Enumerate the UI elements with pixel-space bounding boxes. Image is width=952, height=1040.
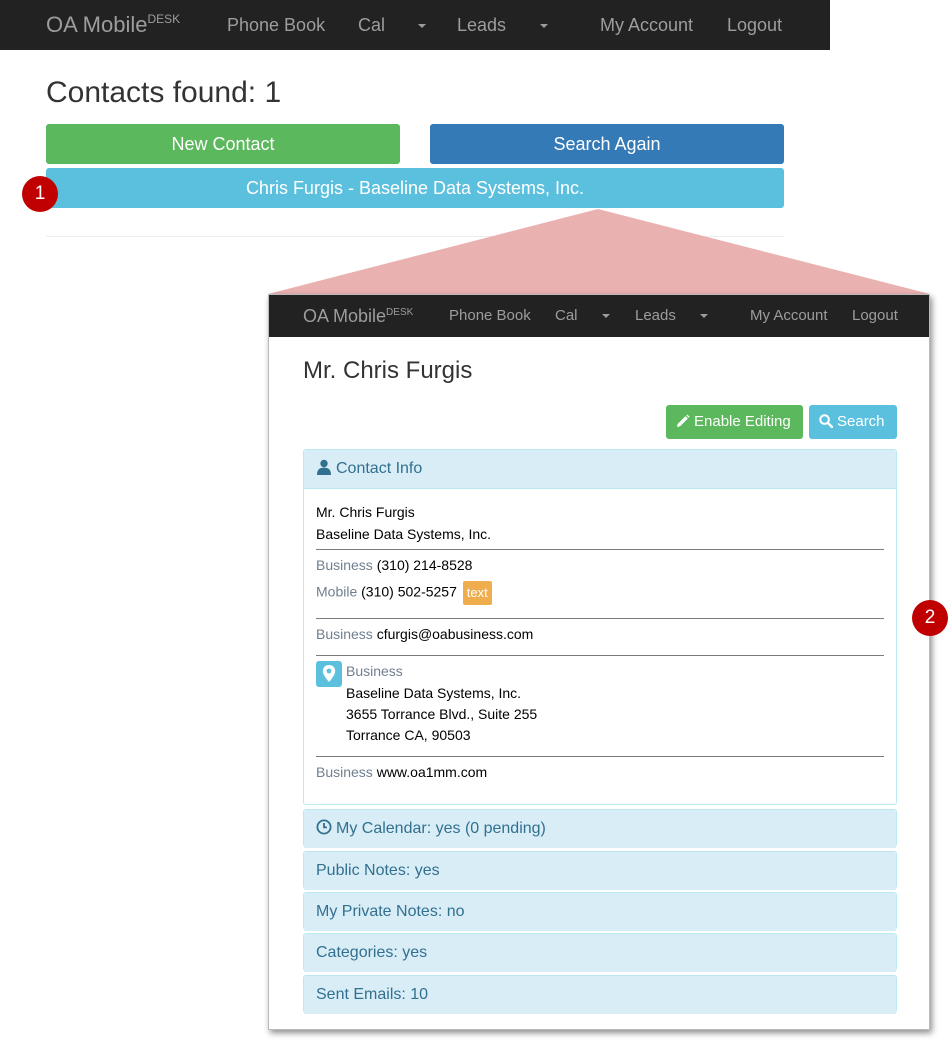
- sent-emails-header[interactable]: Sent Emails: 10: [304, 976, 896, 1014]
- business-phone-row: Business (310) 214-8528: [316, 557, 472, 573]
- public-notes-panel: Public Notes: yes: [303, 851, 897, 890]
- business-phone-label: Business: [316, 557, 373, 573]
- contact-title: Mr. Chris Furgis: [303, 357, 473, 384]
- public-notes-header[interactable]: Public Notes: yes: [304, 852, 896, 890]
- separator: [316, 655, 884, 656]
- detail-nav-logout[interactable]: Logout: [852, 295, 898, 337]
- map-marker-icon[interactable]: [316, 661, 342, 687]
- categories-panel: Categories: yes: [303, 933, 897, 972]
- list-divider: [46, 236, 784, 237]
- page-title: Contacts found: 1: [46, 76, 282, 109]
- nav-phone-book[interactable]: Phone Book: [227, 0, 325, 50]
- website-link[interactable]: www.oa1mm.com: [377, 764, 487, 780]
- nav-logout[interactable]: Logout: [727, 0, 782, 50]
- email-label: Business: [316, 626, 373, 642]
- nav-cal[interactable]: Cal: [358, 0, 385, 50]
- address-line-3[interactable]: Torrance CA, 90503: [346, 727, 471, 743]
- user-icon: [317, 459, 331, 475]
- contact-info-header[interactable]: Contact Info: [304, 450, 896, 489]
- nav-leads[interactable]: Leads: [457, 0, 506, 50]
- contact-info-body: Mr. Chris Furgis Baseline Data Systems, …: [304, 489, 896, 805]
- separator: [316, 549, 884, 550]
- mobile-phone-link[interactable]: (310) 502-5257: [361, 584, 457, 600]
- detail-navbar: OA MobileDESK Phone Book Cal Leads My Ac…: [269, 295, 929, 337]
- email-row: Business cfurgis@oabusiness.com: [316, 626, 533, 642]
- text-message-button[interactable]: text: [462, 581, 492, 605]
- search-button[interactable]: Search: [809, 405, 897, 439]
- email-link[interactable]: cfurgis@oabusiness.com: [377, 626, 534, 642]
- nav-cal-dropdown[interactable]: [418, 0, 426, 50]
- caret-down-icon: [540, 24, 548, 29]
- nav-leads-dropdown[interactable]: [540, 0, 548, 50]
- detail-brand-text: OA Mobile: [303, 306, 387, 326]
- top-navbar: OA MobileDESK Phone Book Cal Leads My Ac…: [0, 0, 830, 50]
- map-pin-glyph: [322, 665, 336, 682]
- private-notes-header[interactable]: My Private Notes: no: [304, 893, 896, 931]
- separator: [316, 618, 884, 619]
- address-label: Business: [346, 663, 403, 679]
- business-phone-link[interactable]: (310) 214-8528: [377, 557, 473, 573]
- contact-result-button[interactable]: Chris Furgis - Baseline Data Systems, In…: [46, 168, 784, 208]
- private-notes-panel: My Private Notes: no: [303, 892, 897, 931]
- detail-nav-my-account[interactable]: My Account: [750, 295, 828, 337]
- website-row: Business www.oa1mm.com: [316, 764, 487, 780]
- nav-my-account[interactable]: My Account: [600, 0, 693, 50]
- detail-nav-leads-dropdown[interactable]: [700, 295, 708, 337]
- caret-down-icon: [700, 314, 708, 319]
- detail-nav-leads[interactable]: Leads: [635, 295, 676, 337]
- enable-editing-button[interactable]: Enable Editing: [666, 405, 803, 439]
- enable-editing-label: Enable Editing: [694, 413, 791, 430]
- brand-link[interactable]: OA MobileDESK: [46, 0, 180, 50]
- caret-down-icon: [602, 314, 610, 319]
- calendar-header[interactable]: My Calendar: yes (0 pending): [304, 810, 896, 848]
- brand-superscript: DESK: [147, 12, 181, 26]
- contact-detail-screenshot: OA MobileDESK Phone Book Cal Leads My Ac…: [268, 294, 930, 1030]
- sent-emails-panel: Sent Emails: 10: [303, 975, 897, 1014]
- calendar-panel: My Calendar: yes (0 pending): [303, 809, 897, 848]
- separator: [316, 756, 884, 757]
- address-line-1[interactable]: Baseline Data Systems, Inc.: [346, 685, 521, 701]
- mobile-phone-label: Mobile: [316, 583, 358, 600]
- contact-company: Baseline Data Systems, Inc.: [316, 526, 492, 542]
- calendar-header-label: My Calendar: yes (0 pending): [336, 820, 546, 837]
- new-contact-button[interactable]: New Contact: [46, 124, 400, 164]
- caret-down-icon: [418, 24, 426, 29]
- search-label: Search: [837, 413, 885, 430]
- website-label: Business: [316, 764, 373, 780]
- contact-info-panel: Contact Info Mr. Chris Furgis Baseline D…: [303, 449, 897, 805]
- detail-nav-cal[interactable]: Cal: [555, 295, 578, 337]
- mobile-phone-row: Mobile (310) 502-5257 text: [316, 581, 492, 605]
- clock-icon: [316, 819, 332, 835]
- detail-nav-phone-book[interactable]: Phone Book: [449, 295, 531, 337]
- contact-name: Mr. Chris Furgis: [316, 504, 415, 520]
- categories-header[interactable]: Categories: yes: [304, 934, 896, 972]
- callout-badge-2: 2: [912, 600, 948, 636]
- detail-brand-link[interactable]: OA MobileDESK: [303, 295, 413, 337]
- contact-info-header-label: Contact Info: [336, 460, 423, 477]
- search-again-button[interactable]: Search Again: [430, 124, 784, 164]
- detail-nav-cal-dropdown[interactable]: [602, 295, 610, 337]
- brand-text: OA Mobile: [46, 12, 148, 37]
- detail-brand-superscript: DESK: [386, 307, 414, 318]
- search-icon: [819, 414, 834, 429]
- address-block: Business Baseline Data Systems, Inc. 365…: [304, 661, 896, 751]
- callout-badge-1: 1: [22, 176, 58, 212]
- pencil-icon: [677, 414, 690, 427]
- address-line-2[interactable]: 3655 Torrance Blvd., Suite 255: [346, 706, 537, 722]
